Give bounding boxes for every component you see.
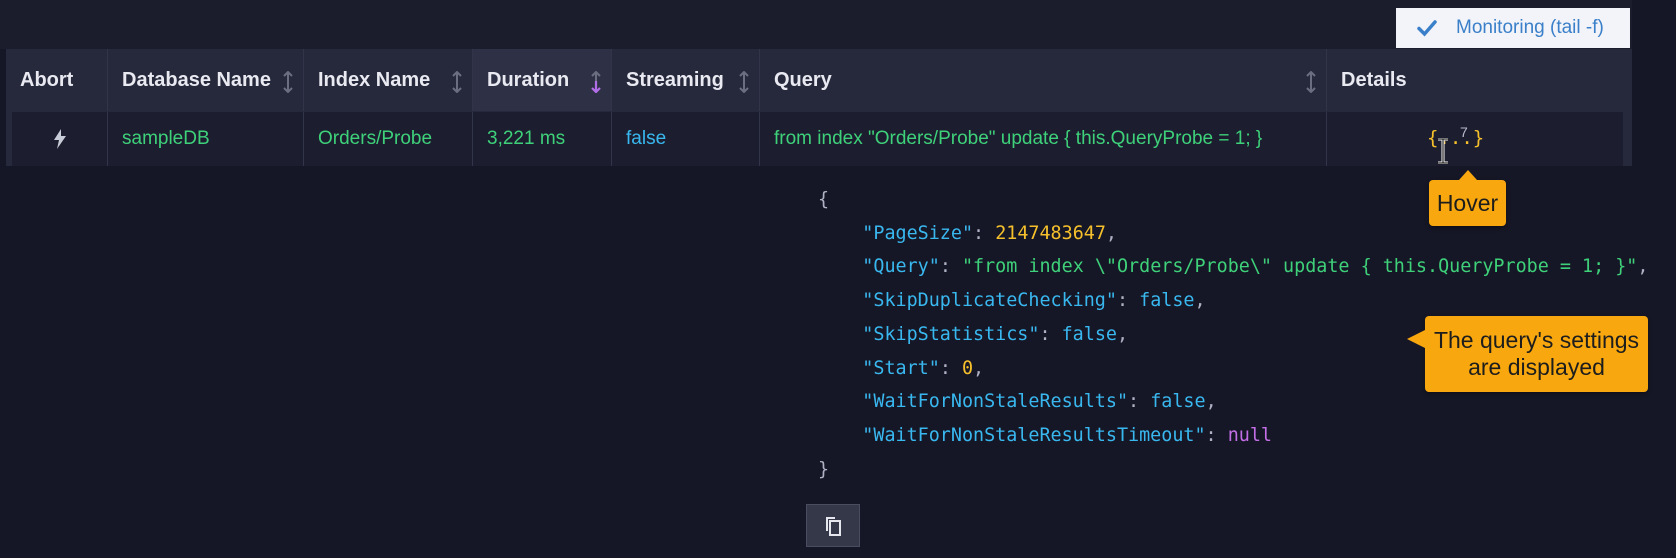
abort-cell[interactable] <box>12 112 108 166</box>
details-field-count: 7 <box>1460 124 1468 140</box>
json-line: "PageSize": 2147483647, <box>862 222 1117 244</box>
copy-button[interactable] <box>806 504 860 547</box>
json-close-brace: } <box>818 458 830 480</box>
json-line: "Query": "from index \"Orders/Probe\" up… <box>862 256 1649 278</box>
json-line: "SkipDuplicateChecking": false, <box>862 290 1206 312</box>
sort-arrows-icon[interactable] <box>739 71 749 93</box>
sort-descending-icon[interactable] <box>591 71 601 93</box>
hover-callout: Hover <box>1429 170 1506 226</box>
database-name-cell[interactable]: sampleDB <box>108 112 304 166</box>
text-cursor-icon <box>1438 138 1448 164</box>
top-toolbar <box>0 0 1632 49</box>
column-header-duration[interactable]: Duration <box>473 49 612 111</box>
column-header-query[interactable]: Query <box>760 49 1327 111</box>
query-cell[interactable]: from index "Orders/Probe" update { this.… <box>760 112 1327 166</box>
column-header-database-name[interactable]: Database Name <box>108 49 304 111</box>
column-header-streaming[interactable]: Streaming <box>612 49 760 111</box>
grid-header: Abort Database Name Index Name Duration … <box>6 49 1632 111</box>
monitoring-label: Monitoring (tail -f) <box>1456 17 1604 38</box>
queries-grid: Abort Database Name Index Name Duration … <box>6 49 1632 166</box>
index-name-cell[interactable]: Orders/Probe <box>304 112 473 166</box>
table-row[interactable]: sampleDB Orders/Probe 3,221 ms false fro… <box>12 112 1623 166</box>
column-header-details: Details <box>1341 68 1407 91</box>
json-open-brace: { <box>818 189 830 210</box>
column-header-abort: Abort <box>6 49 108 111</box>
sort-arrows-icon[interactable] <box>1306 71 1316 93</box>
duration-cell: 3,221 ms <box>473 112 612 166</box>
column-header-index-name[interactable]: Index Name <box>304 49 473 111</box>
settings-callout: The query's settings are displayed <box>1407 316 1648 392</box>
copy-icon <box>826 516 841 536</box>
lightning-icon[interactable] <box>53 129 67 149</box>
sort-arrows-icon[interactable] <box>283 71 293 93</box>
json-line: "WaitForNonStaleResultsTimeout": null <box>862 424 1272 446</box>
sort-arrows-icon[interactable] <box>452 71 462 93</box>
streaming-cell: false <box>612 112 760 166</box>
monitoring-toggle-button[interactable]: Monitoring (tail -f) <box>1396 8 1630 48</box>
check-icon <box>1417 20 1437 37</box>
